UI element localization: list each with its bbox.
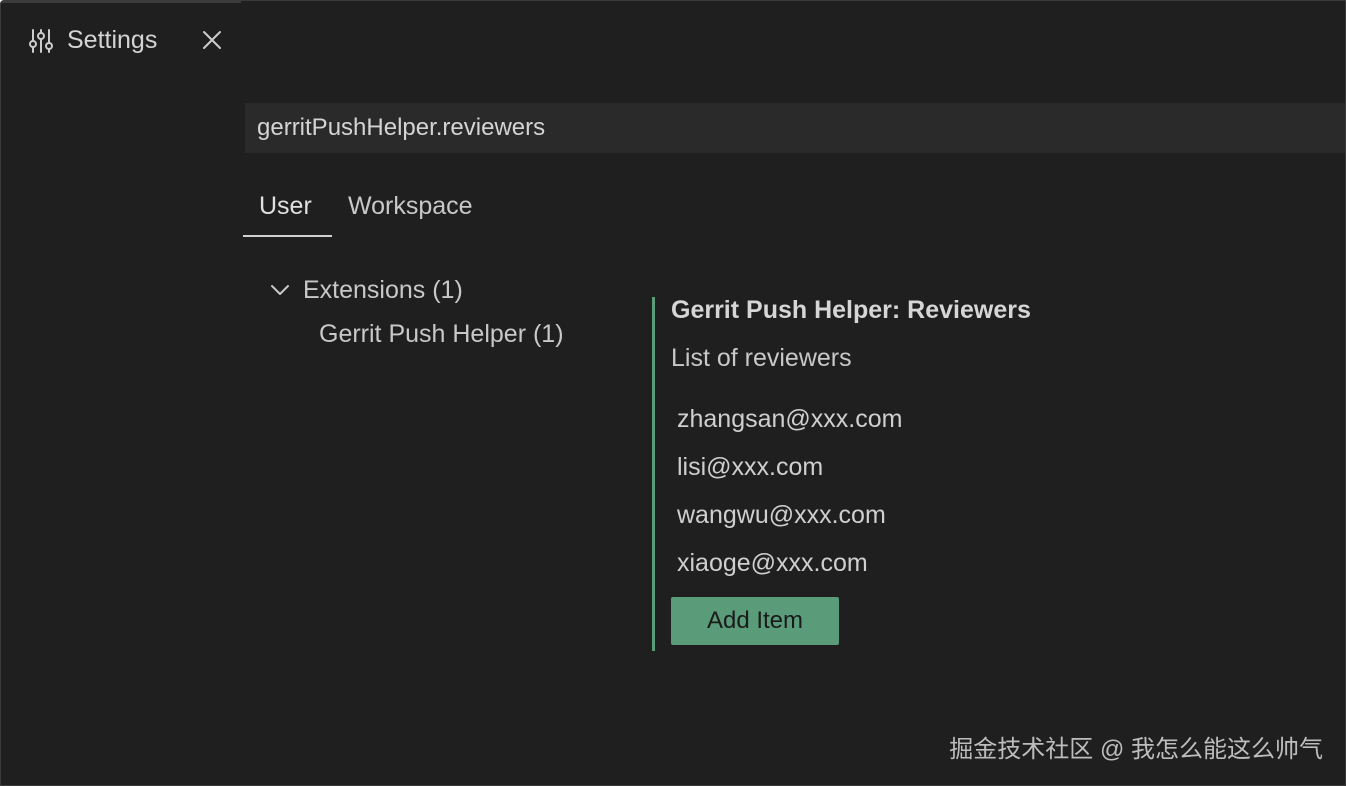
tab-user-settings[interactable]: User — [243, 189, 332, 237]
tree-item-extensions[interactable]: Extensions (1) — [303, 273, 463, 307]
tab-title: Settings — [67, 26, 158, 54]
settings-sliders-icon — [27, 27, 55, 55]
editor-tab-bar: Settings — [1, 1, 1345, 77]
settings-window: Settings User Workspace Extensions (1) G… — [0, 0, 1346, 786]
add-item-button[interactable]: Add Item — [671, 597, 839, 645]
list-item[interactable]: zhangsan@xxx.com — [671, 397, 1111, 441]
chevron-down-icon[interactable] — [269, 279, 291, 301]
setting-item-reviewers: Gerrit Push Helper: Reviewers List of re… — [652, 296, 1252, 651]
tab-workspace-settings[interactable]: Workspace — [348, 189, 473, 237]
settings-search-input[interactable] — [245, 103, 1345, 153]
list-item[interactable]: wangwu@xxx.com — [671, 493, 1111, 537]
list-item[interactable]: lisi@xxx.com — [671, 445, 1111, 489]
close-icon[interactable] — [199, 27, 225, 53]
setting-title: Gerrit Push Helper: Reviewers — [671, 296, 1031, 324]
watermark-text: 掘金技术社区 @ 我怎么能这么帅气 — [949, 736, 1323, 763]
setting-description: List of reviewers — [671, 344, 852, 372]
tree-item-gerrit-push-helper[interactable]: Gerrit Push Helper (1) — [319, 317, 564, 351]
list-item[interactable]: xiaoge@xxx.com — [671, 541, 1111, 585]
settings-tab[interactable]: Settings — [1, 1, 241, 77]
